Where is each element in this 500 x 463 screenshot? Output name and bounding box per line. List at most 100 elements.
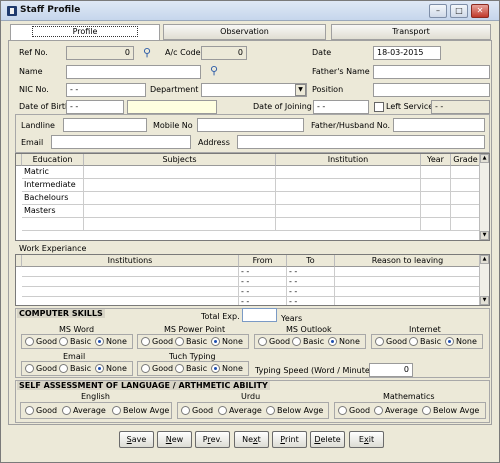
institution-cell[interactable]: [276, 179, 421, 192]
grade-cell[interactable]: [451, 218, 481, 231]
mathematics-good-radio[interactable]: [338, 406, 347, 415]
work-grid[interactable]: Institutions From To Reason to leaving -…: [15, 254, 490, 306]
email-good-radio[interactable]: [25, 364, 34, 373]
doj-field[interactable]: - -: [313, 100, 369, 114]
date-field[interactable]: 18-03-2015: [373, 46, 441, 60]
english-below-radio[interactable]: [112, 406, 121, 415]
year-cell[interactable]: [421, 218, 451, 231]
maximize-button[interactable]: □: [450, 4, 468, 18]
father-husband-field[interactable]: [393, 118, 485, 132]
grade-cell[interactable]: [451, 205, 481, 218]
typing-speed-field[interactable]: 0: [369, 363, 413, 377]
position-field[interactable]: [373, 83, 490, 97]
prev-button[interactable]: Prev.: [195, 431, 230, 448]
education-row[interactable]: Matric: [22, 166, 84, 179]
mathematics-average-radio[interactable]: [374, 406, 383, 415]
education-row[interactable]: Bachelours: [22, 192, 84, 205]
from-cell[interactable]: - -: [239, 297, 287, 305]
subjects-cell[interactable]: [84, 166, 276, 179]
reason-cell[interactable]: [335, 297, 481, 305]
next-button[interactable]: Next: [234, 431, 269, 448]
to-cell[interactable]: - -: [287, 297, 335, 305]
fathers-name-field[interactable]: [373, 65, 490, 79]
chevron-down-icon[interactable]: ▼: [295, 84, 306, 96]
institution-cell[interactable]: [22, 267, 239, 277]
touch-typing-none-radio[interactable]: [211, 364, 220, 373]
grade-cell[interactable]: [451, 179, 481, 192]
mathematics-below-radio[interactable]: [422, 406, 431, 415]
ms-powerpoint-none-radio[interactable]: [211, 337, 220, 346]
minimize-button[interactable]: –: [429, 4, 447, 18]
urdu-good-radio[interactable]: [181, 406, 190, 415]
ms-powerpoint-basic-radio[interactable]: [175, 337, 184, 346]
english-average-radio[interactable]: [62, 406, 71, 415]
grade-cell[interactable]: [451, 192, 481, 205]
touch-typing-basic-radio[interactable]: [175, 364, 184, 373]
year-cell[interactable]: [421, 179, 451, 192]
from-cell[interactable]: - -: [239, 287, 287, 297]
institution-cell[interactable]: [22, 277, 239, 287]
email-basic-radio[interactable]: [59, 364, 68, 373]
tab-observation[interactable]: Observation: [163, 24, 326, 40]
education-row[interactable]: Masters: [22, 205, 84, 218]
delete-button[interactable]: Delete: [310, 431, 345, 448]
to-cell[interactable]: - -: [287, 287, 335, 297]
ms-word-none-radio[interactable]: [95, 337, 104, 346]
subjects-cell[interactable]: [84, 205, 276, 218]
to-cell[interactable]: - -: [287, 267, 335, 277]
name-field[interactable]: [66, 65, 201, 79]
ref-lookup-icon[interactable]: ⚲: [137, 46, 157, 61]
ac-code-field[interactable]: 0: [201, 46, 247, 60]
reason-cell[interactable]: [335, 277, 481, 287]
scroll-down-icon[interactable]: ▼: [480, 231, 489, 240]
ms-outlook-none-radio[interactable]: [328, 337, 337, 346]
touch-typing-good-radio[interactable]: [141, 364, 150, 373]
subjects-cell[interactable]: [84, 218, 276, 231]
urdu-average-radio[interactable]: [218, 406, 227, 415]
nic-field[interactable]: - -: [66, 83, 146, 97]
left-service-checkbox[interactable]: [374, 102, 384, 112]
institution-cell[interactable]: [276, 192, 421, 205]
internet-good-radio[interactable]: [375, 337, 384, 346]
institution-cell[interactable]: [276, 166, 421, 179]
new-button[interactable]: New: [157, 431, 192, 448]
grade-cell[interactable]: [451, 166, 481, 179]
internet-none-radio[interactable]: [445, 337, 454, 346]
institution-cell[interactable]: [22, 287, 239, 297]
left-service-date-field[interactable]: - -: [431, 100, 490, 114]
address-field[interactable]: [237, 135, 485, 149]
total-exp-field[interactable]: [242, 308, 277, 322]
ms-word-basic-radio[interactable]: [59, 337, 68, 346]
work-scrollbar[interactable]: ▲ ▼: [479, 255, 489, 305]
education-scrollbar[interactable]: ▲ ▼: [479, 154, 489, 240]
scroll-up-icon[interactable]: ▲: [480, 255, 489, 264]
tab-transport[interactable]: Transport: [331, 24, 491, 40]
year-cell[interactable]: [421, 192, 451, 205]
name-lookup-icon[interactable]: ⚲: [204, 64, 224, 79]
english-good-radio[interactable]: [25, 406, 34, 415]
reason-cell[interactable]: [335, 267, 481, 277]
year-cell[interactable]: [421, 166, 451, 179]
close-button[interactable]: ✕: [471, 4, 489, 18]
landline-field[interactable]: [63, 118, 147, 132]
ref-no-field[interactable]: 0: [66, 46, 134, 60]
reason-cell[interactable]: [335, 287, 481, 297]
from-cell[interactable]: - -: [239, 277, 287, 287]
year-cell[interactable]: [421, 205, 451, 218]
ms-word-good-radio[interactable]: [25, 337, 34, 346]
dob-field[interactable]: - -: [66, 100, 124, 114]
ms-outlook-good-radio[interactable]: [258, 337, 267, 346]
from-cell[interactable]: - -: [239, 267, 287, 277]
tab-profile[interactable]: Profile: [10, 24, 160, 41]
subjects-cell[interactable]: [84, 192, 276, 205]
ms-powerpoint-good-radio[interactable]: [141, 337, 150, 346]
scroll-up-icon[interactable]: ▲: [480, 154, 489, 163]
education-grid[interactable]: Education Subjects Institution Year Grad…: [15, 153, 490, 241]
mobile-field[interactable]: [197, 118, 304, 132]
institution-cell[interactable]: [276, 205, 421, 218]
exit-button[interactable]: Exit: [349, 431, 384, 448]
scroll-down-icon[interactable]: ▼: [480, 296, 489, 305]
ms-outlook-basic-radio[interactable]: [292, 337, 301, 346]
urdu-below-radio[interactable]: [266, 406, 275, 415]
to-cell[interactable]: - -: [287, 277, 335, 287]
